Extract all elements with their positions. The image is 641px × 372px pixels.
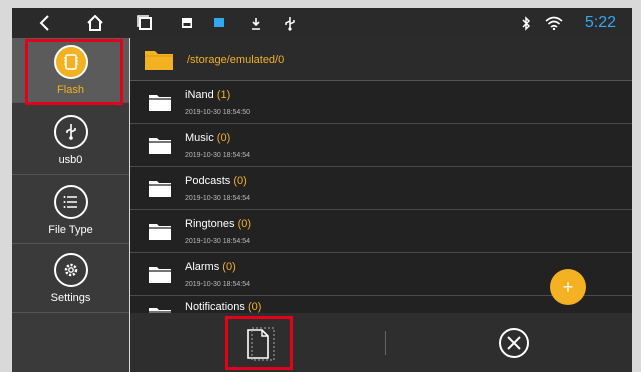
folder-icon [149,138,171,154]
usb-drive-icon [53,115,88,149]
current-path: /storage/emulated/0 [187,54,285,66]
folder-count: (0) [237,218,252,230]
folder-row-music[interactable]: Music (0) 2019-10-30 18:54:54 [130,124,632,167]
folder-count: (0) [247,301,262,313]
folder-icon [149,224,171,240]
folder-row-inand[interactable]: iNand (1) 2019-10-30 18:54:50 [130,81,632,124]
flash-memory-icon [53,45,88,79]
folder-icon [149,95,171,111]
settings-gear-icon [53,253,88,287]
recent-apps-icon[interactable] [134,8,156,38]
back-icon[interactable] [34,8,56,38]
folder-count: (0) [222,261,236,273]
sidebar-divider [12,243,129,244]
sidebar-item-settings[interactable]: Settings [12,246,129,310]
sidebar-item-label: usb0 [58,154,83,166]
folder-name: iNand [185,89,214,101]
sidebar-item-flash[interactable]: Flash [12,38,129,102]
folder-date: 2019-10-30 18:54:54 [185,152,250,159]
flag-notification-icon [211,8,227,38]
sidebar-item-label: Settings [50,292,91,304]
storage-folder-icon [145,51,173,70]
folder-row-ringtones[interactable]: Ringtones (0) 2019-10-30 18:54:54 [130,210,632,253]
add-folder-button[interactable]: + [550,269,586,305]
bluetooth-icon [518,8,534,38]
folder-name: Ringtones [185,218,235,230]
sidebar-divider [12,174,129,175]
folder-name: Notifications [185,301,245,313]
close-button[interactable] [498,327,530,364]
folder-name: Music [185,132,214,144]
folder-count: (1) [216,89,231,101]
folder-date: 2019-10-30 18:54:54 [185,238,250,245]
select-file-icon [247,327,275,361]
bottom-bar-divider [385,331,386,355]
usb-icon [282,8,298,38]
folder-count: (0) [233,175,247,187]
wifi-icon [544,8,564,38]
close-circle-icon [499,328,529,358]
select-file-button[interactable] [240,327,276,366]
file-list-panel: /storage/emulated/0 iNand (1) 2019-10-30… [130,38,632,372]
folder-icon [149,267,171,283]
sidebar: Flash usb0 File Type Settings [12,38,129,372]
file-manager-screen: 5:22 Flash usb0 File Type Settings /stor… [0,0,641,372]
path-bar: /storage/emulated/0 [130,38,632,81]
folder-name: Podcasts [185,175,231,187]
download-icon [248,8,264,38]
sidebar-item-label: Flash [57,84,84,96]
folder-date: 2019-10-30 18:54:54 [185,281,250,288]
folder-row-podcasts[interactable]: Podcasts (0) 2019-10-30 18:54:54 [130,167,632,210]
sidebar-divider [12,102,129,103]
folder-name: Alarms [185,261,220,273]
home-icon[interactable] [84,8,106,38]
folder-count: (0) [216,132,231,144]
image-notification-icon [179,8,195,38]
folder-date: 2019-10-30 18:54:50 [185,109,250,116]
folder-icon [149,308,171,313]
sidebar-item-label: File Type [48,224,93,236]
folder-date: 2019-10-30 18:54:54 [185,195,250,202]
file-type-list-icon [53,185,88,219]
clock-time: 5:22 [584,14,616,31]
sidebar-item-usb0[interactable]: usb0 [12,108,129,172]
folder-icon [149,181,171,197]
status-bar: 5:22 [12,8,632,38]
bottom-action-bar [130,313,632,372]
sidebar-item-file-type[interactable]: File Type [12,178,129,242]
sidebar-divider [12,312,129,313]
